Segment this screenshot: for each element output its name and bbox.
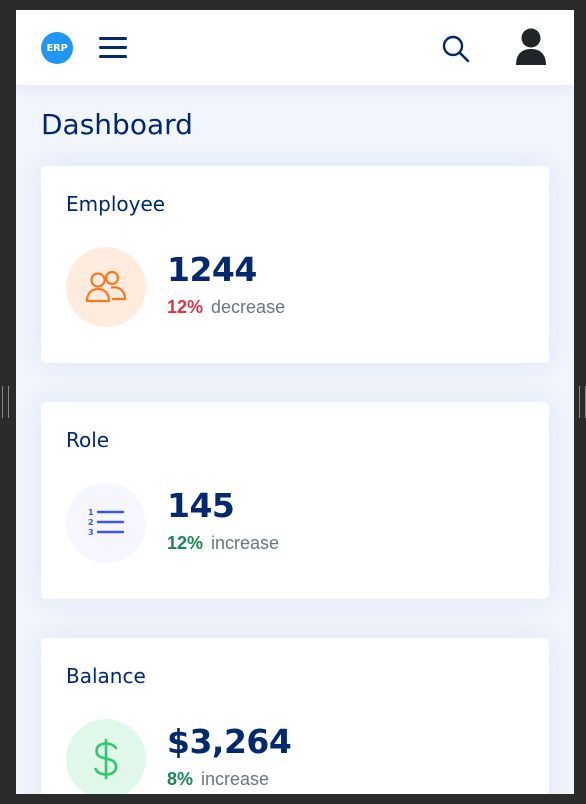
role-card: Role 1 2 3 145 12% increase <box>41 402 549 599</box>
change-percent: 12% <box>167 533 204 553</box>
change-label: increase <box>201 769 270 789</box>
dollar-icon <box>94 738 118 780</box>
change-label: increase <box>211 533 280 553</box>
role-count: 145 <box>167 486 235 525</box>
svg-text:1: 1 <box>88 508 94 517</box>
page-title: Dashboard <box>41 108 193 141</box>
erp-logo[interactable]: ERP <box>41 32 73 64</box>
balance-card: Balance $3,264 8% increase <box>41 638 549 794</box>
numbered-list-icon: 1 2 3 <box>88 508 125 537</box>
hamburger-menu-icon[interactable] <box>99 34 129 60</box>
change-percent: 12% <box>167 297 204 317</box>
svg-text:3: 3 <box>88 528 94 537</box>
role-change: 12% increase <box>167 533 279 554</box>
balance-icon-circle <box>66 719 146 794</box>
card-title: Employee <box>66 192 166 216</box>
role-icon-circle: 1 2 3 <box>66 483 146 563</box>
employee-count: 1244 <box>167 250 257 289</box>
right-resize-handle[interactable] <box>579 386 586 418</box>
card-title: Role <box>66 428 110 452</box>
employee-change: 12% decrease <box>167 297 285 318</box>
employee-icon-circle <box>66 247 146 327</box>
card-title: Balance <box>66 664 146 688</box>
left-resize-handle[interactable] <box>2 386 9 418</box>
people-icon <box>85 270 127 303</box>
search-icon[interactable] <box>441 34 471 64</box>
app-frame: ERP Dashboard Employee 1244 12% decrease… <box>16 10 574 794</box>
top-navbar: ERP <box>16 10 574 85</box>
employee-card: Employee 1244 12% decrease <box>41 166 549 363</box>
change-percent: 8% <box>167 769 194 789</box>
change-label: decrease <box>211 297 286 317</box>
user-avatar-icon[interactable] <box>514 27 548 67</box>
balance-amount: $3,264 <box>167 722 292 761</box>
balance-change: 8% increase <box>167 769 269 790</box>
svg-text:2: 2 <box>88 518 94 527</box>
